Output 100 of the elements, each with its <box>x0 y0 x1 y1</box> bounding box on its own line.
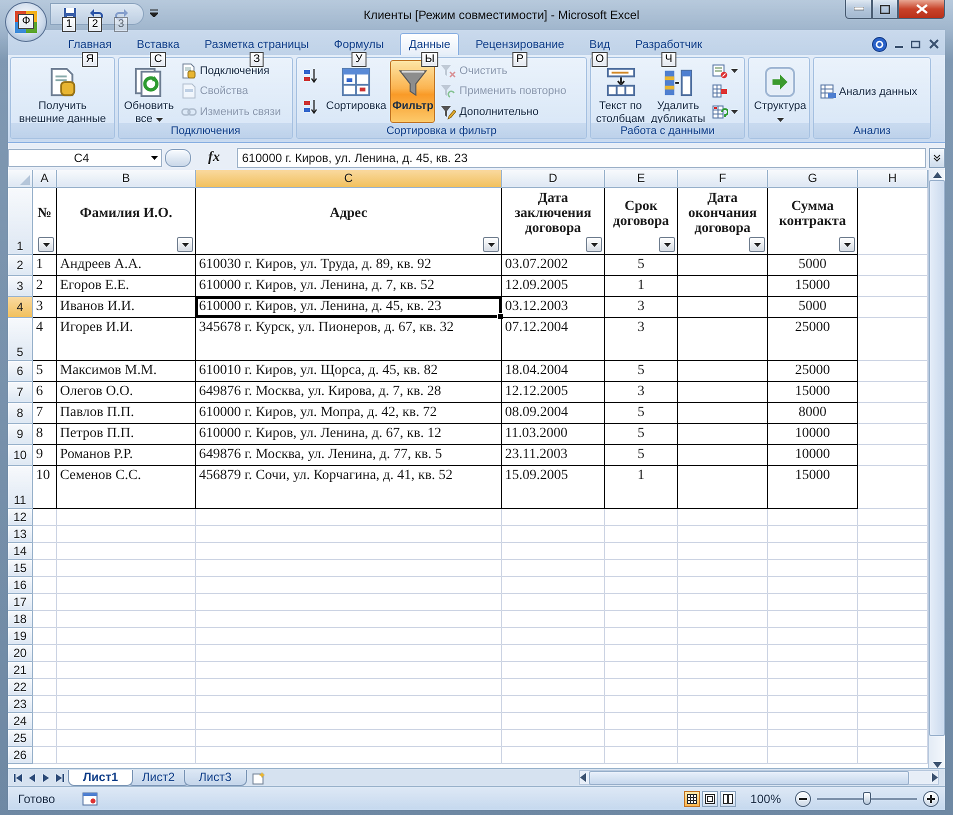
formula-field[interactable]: 610000 г. Киров, ул. Ленина, д. 45, кв. 23 <box>237 148 926 168</box>
ribbon-tab[interactable]: Формулы <box>324 33 393 55</box>
up-arrow-icon[interactable] <box>932 172 942 178</box>
row-header[interactable]: 19 <box>8 628 33 645</box>
column-header[interactable]: E <box>605 170 678 188</box>
table-cell: Иванов И.И. <box>57 297 196 318</box>
filter-dropdown-button[interactable] <box>177 237 193 252</box>
row-header[interactable]: 13 <box>8 526 33 543</box>
filter-dropdown-button[interactable] <box>839 237 855 252</box>
column-header[interactable]: H <box>858 170 928 188</box>
ribbon-tab[interactable]: Разработчик <box>626 33 712 55</box>
row-header[interactable]: 9 <box>8 424 33 445</box>
row-header[interactable]: 16 <box>8 577 33 594</box>
ribbon-tab[interactable]: Разметка страницы <box>196 33 318 55</box>
table-cell: 07.12.2004 <box>502 318 605 361</box>
row-header[interactable]: 23 <box>8 696 33 713</box>
down-arrow-icon[interactable] <box>932 762 942 768</box>
row-header[interactable]: 12 <box>8 509 33 526</box>
close-button[interactable] <box>929 39 939 49</box>
row-header[interactable]: 25 <box>8 730 33 747</box>
zoom-out-button[interactable] <box>795 790 811 806</box>
column-header[interactable]: G <box>768 170 858 188</box>
expand-button[interactable] <box>929 148 945 168</box>
row-header[interactable]: 10 <box>8 445 33 466</box>
sheet-tab[interactable]: Лист1 <box>68 770 134 786</box>
column-header[interactable]: B <box>57 170 196 188</box>
row-header[interactable]: 4 <box>8 297 33 318</box>
first-sheet-button[interactable] <box>12 772 24 782</box>
row-header[interactable]: 8 <box>8 403 33 424</box>
row-header[interactable]: 22 <box>8 679 33 696</box>
table-cell: 1 <box>605 466 678 509</box>
row-header[interactable]: 21 <box>8 662 33 679</box>
row-header[interactable]: 17 <box>8 594 33 611</box>
refresh-icon <box>134 67 164 97</box>
caret-icon <box>42 242 50 246</box>
filter-dropdown-button[interactable] <box>586 237 602 252</box>
column-header[interactable]: A <box>33 170 57 188</box>
ribbon-button[interactable]: Анализ данных <box>817 81 920 102</box>
row-header[interactable]: 15 <box>8 560 33 577</box>
row-header[interactable]: 2 <box>8 255 33 276</box>
name-box[interactable]: C4 <box>8 149 162 167</box>
row-header[interactable]: 14 <box>8 543 33 560</box>
ribbon-tab[interactable]: Рецензирование <box>466 33 574 55</box>
normal-view-button[interactable] <box>684 790 700 806</box>
row-header[interactable]: 26 <box>8 747 33 764</box>
row-header[interactable]: 6 <box>8 361 33 382</box>
slider-thumb[interactable] <box>863 792 871 804</box>
page-icon <box>705 794 716 804</box>
column-header[interactable]: C <box>196 170 502 188</box>
row-header[interactable]: 7 <box>8 382 33 403</box>
row-header[interactable]: 5 <box>8 318 33 361</box>
zoom-slider[interactable] <box>817 792 917 806</box>
table-cell: 9 <box>33 445 57 466</box>
fill-handle[interactable] <box>497 313 504 320</box>
column-header[interactable]: D <box>502 170 605 188</box>
close-button[interactable] <box>898 0 945 19</box>
filter-dropdown-button[interactable] <box>483 237 499 252</box>
page-break-preview-button[interactable] <box>720 790 736 806</box>
ribbon-tab[interactable]: Данные <box>400 33 460 55</box>
help-button[interactable] <box>872 36 887 52</box>
outline-button[interactable]: Структура <box>752 60 808 123</box>
function-label[interactable]: fx <box>194 150 234 166</box>
ribbon-tab[interactable]: Вид <box>580 33 620 55</box>
row-header[interactable]: 1 <box>8 188 33 255</box>
minimize-button[interactable] <box>845 0 872 19</box>
table-cell: 5000 <box>768 255 858 276</box>
row-header[interactable]: 11 <box>8 466 33 509</box>
table-cell: Петров П.П. <box>57 424 196 445</box>
keytip-tooltip: Ч <box>660 52 676 67</box>
filter-dropdown-button[interactable] <box>749 237 765 252</box>
ribbon-tab[interactable]: Главная <box>59 33 121 55</box>
zoom-in-button[interactable] <box>923 790 939 806</box>
table-cell: 3 <box>605 382 678 403</box>
table-cell: 8000 <box>768 403 858 424</box>
row-header[interactable]: 24 <box>8 713 33 730</box>
insert-sheet-icon[interactable] <box>250 770 267 784</box>
keytip-tooltip: Я <box>82 52 98 67</box>
restore-button[interactable] <box>911 40 921 48</box>
filter-dropdown-button[interactable] <box>659 237 675 252</box>
what-if-icon <box>712 104 728 120</box>
right-arrow-icon[interactable] <box>932 773 938 782</box>
last-sheet-button[interactable] <box>54 772 66 782</box>
vertical-scrollbar[interactable] <box>928 170 945 768</box>
page-layout-button[interactable] <box>702 790 718 806</box>
sheet-tab[interactable]: Лист3 <box>184 770 247 786</box>
horizontal-scrollbar[interactable] <box>579 770 939 785</box>
ribbon-button[interactable]: Дополнительно <box>437 102 570 122</box>
left-arrow-icon[interactable] <box>580 773 586 782</box>
filter-dropdown-button[interactable] <box>38 237 54 252</box>
formula-bar-grip[interactable] <box>165 149 191 167</box>
maximize-button[interactable] <box>872 0 898 19</box>
macro-record-icon[interactable] <box>82 792 98 806</box>
row-header[interactable]: 20 <box>8 645 33 662</box>
column-header[interactable]: F <box>678 170 768 188</box>
ribbon-tab[interactable]: Вставка <box>128 33 189 55</box>
table-cell: 25000 <box>768 361 858 382</box>
row-header[interactable]: 18 <box>8 611 33 628</box>
row-header[interactable]: 3 <box>8 276 33 297</box>
group-label: Сортировка и фильтр <box>386 124 497 136</box>
customize-caret-icon[interactable] <box>150 9 158 17</box>
